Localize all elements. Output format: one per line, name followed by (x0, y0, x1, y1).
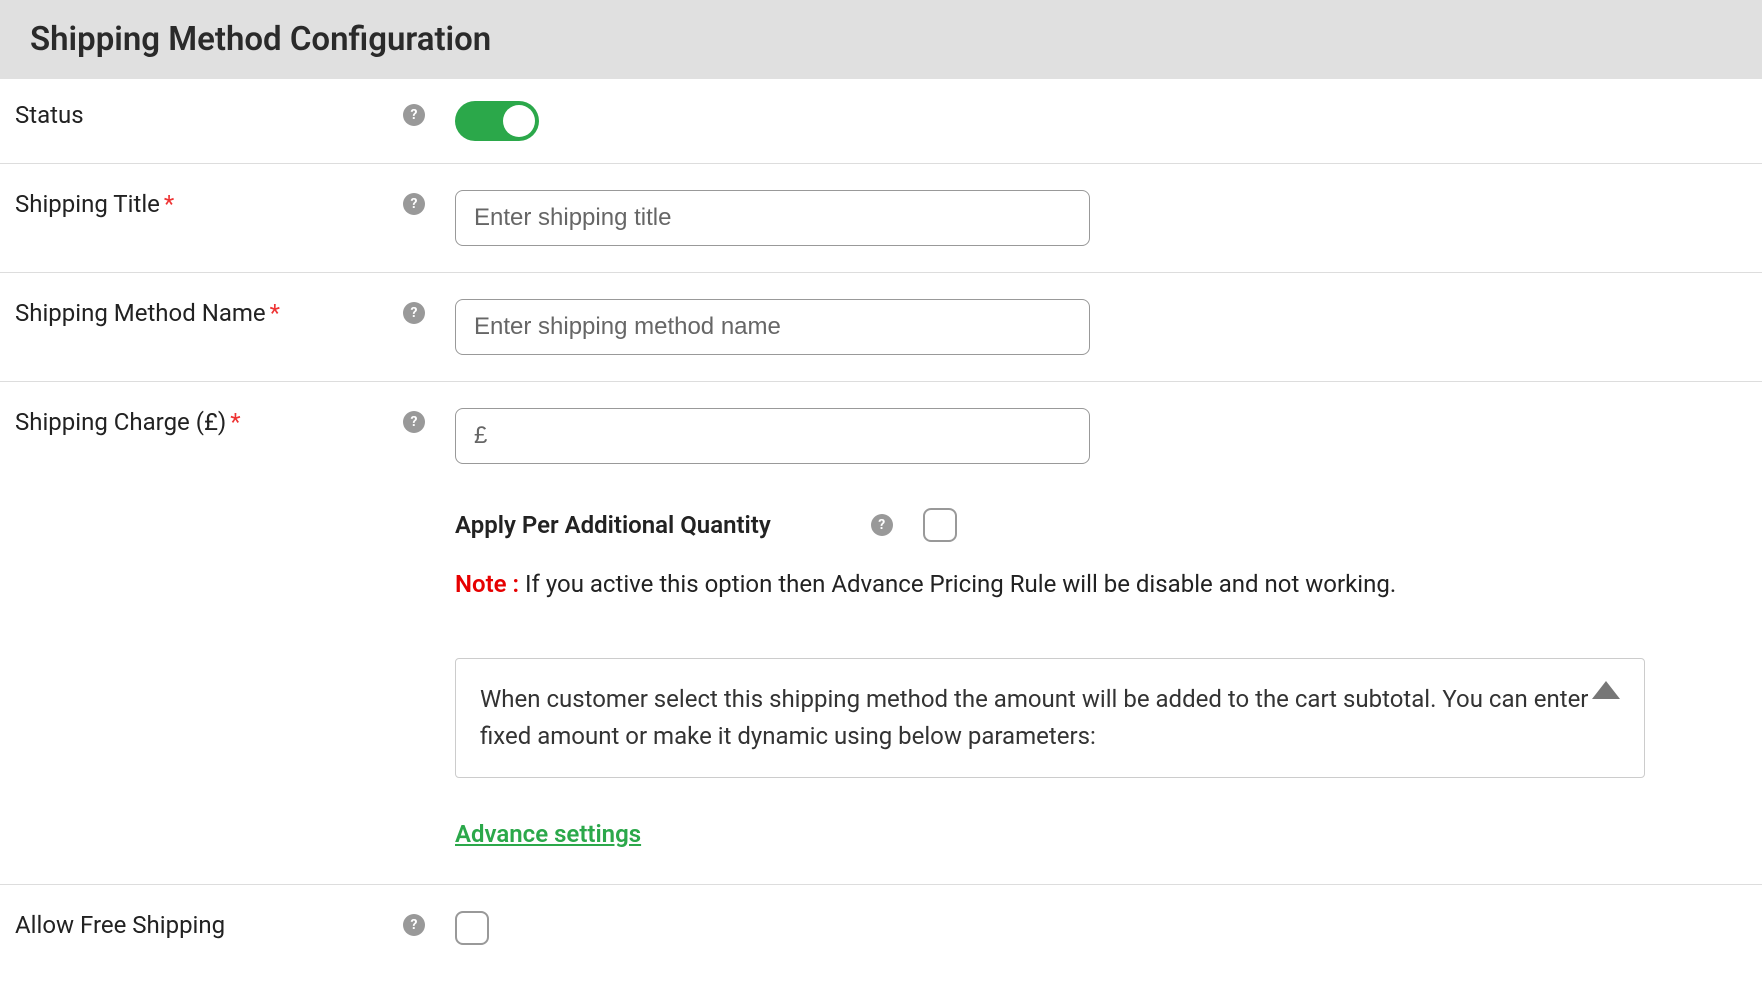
shipping-title-label: Shipping Title* (15, 190, 174, 218)
apply-per-qty-label: Apply Per Additional Quantity (455, 511, 771, 539)
help-icon[interactable]: ? (403, 104, 425, 126)
section-allow-free-shipping: Allow Free Shipping ? (0, 885, 1762, 971)
status-toggle[interactable] (455, 101, 539, 141)
section-shipping-title: Shipping Title* ? (0, 164, 1762, 273)
page-header: Shipping Method Configuration (0, 0, 1762, 79)
required-mark: * (164, 190, 174, 218)
note-text: If you active this option then Advance P… (519, 570, 1396, 598)
help-icon[interactable]: ? (403, 914, 425, 936)
shipping-title-input[interactable] (455, 190, 1090, 246)
advance-settings-link[interactable]: Advance settings (455, 820, 641, 848)
info-text: When customer select this shipping metho… (480, 685, 1588, 750)
apply-per-qty-row: Apply Per Additional Quantity ? (455, 508, 1645, 542)
toggle-knob (503, 105, 535, 137)
info-box: When customer select this shipping metho… (455, 658, 1645, 778)
shipping-charge-input[interactable] (455, 408, 1090, 464)
page-title: Shipping Method Configuration (30, 20, 1732, 59)
help-icon[interactable]: ? (403, 411, 425, 433)
shipping-charge-label: Shipping Charge (£)* (15, 408, 241, 436)
shipping-method-name-input[interactable] (455, 299, 1090, 355)
shipping-method-name-label: Shipping Method Name* (15, 299, 280, 327)
allow-free-shipping-checkbox[interactable] (455, 911, 489, 945)
note-line: Note : If you active this option then Ad… (455, 570, 1645, 598)
note-label: Note : (455, 570, 519, 598)
required-mark: * (230, 408, 240, 436)
section-status: Status ? (0, 79, 1762, 164)
apply-per-qty-checkbox[interactable] (923, 508, 957, 542)
allow-free-shipping-label: Allow Free Shipping (15, 911, 225, 939)
help-icon[interactable]: ? (403, 193, 425, 215)
required-mark: * (270, 299, 280, 327)
collapse-arrow-icon[interactable] (1592, 681, 1620, 699)
status-label: Status (15, 101, 84, 129)
section-shipping-charge: Shipping Charge (£)* ? Apply Per Additio… (0, 382, 1762, 885)
help-icon[interactable]: ? (871, 514, 893, 536)
section-shipping-method-name: Shipping Method Name* ? (0, 273, 1762, 382)
help-icon[interactable]: ? (403, 302, 425, 324)
